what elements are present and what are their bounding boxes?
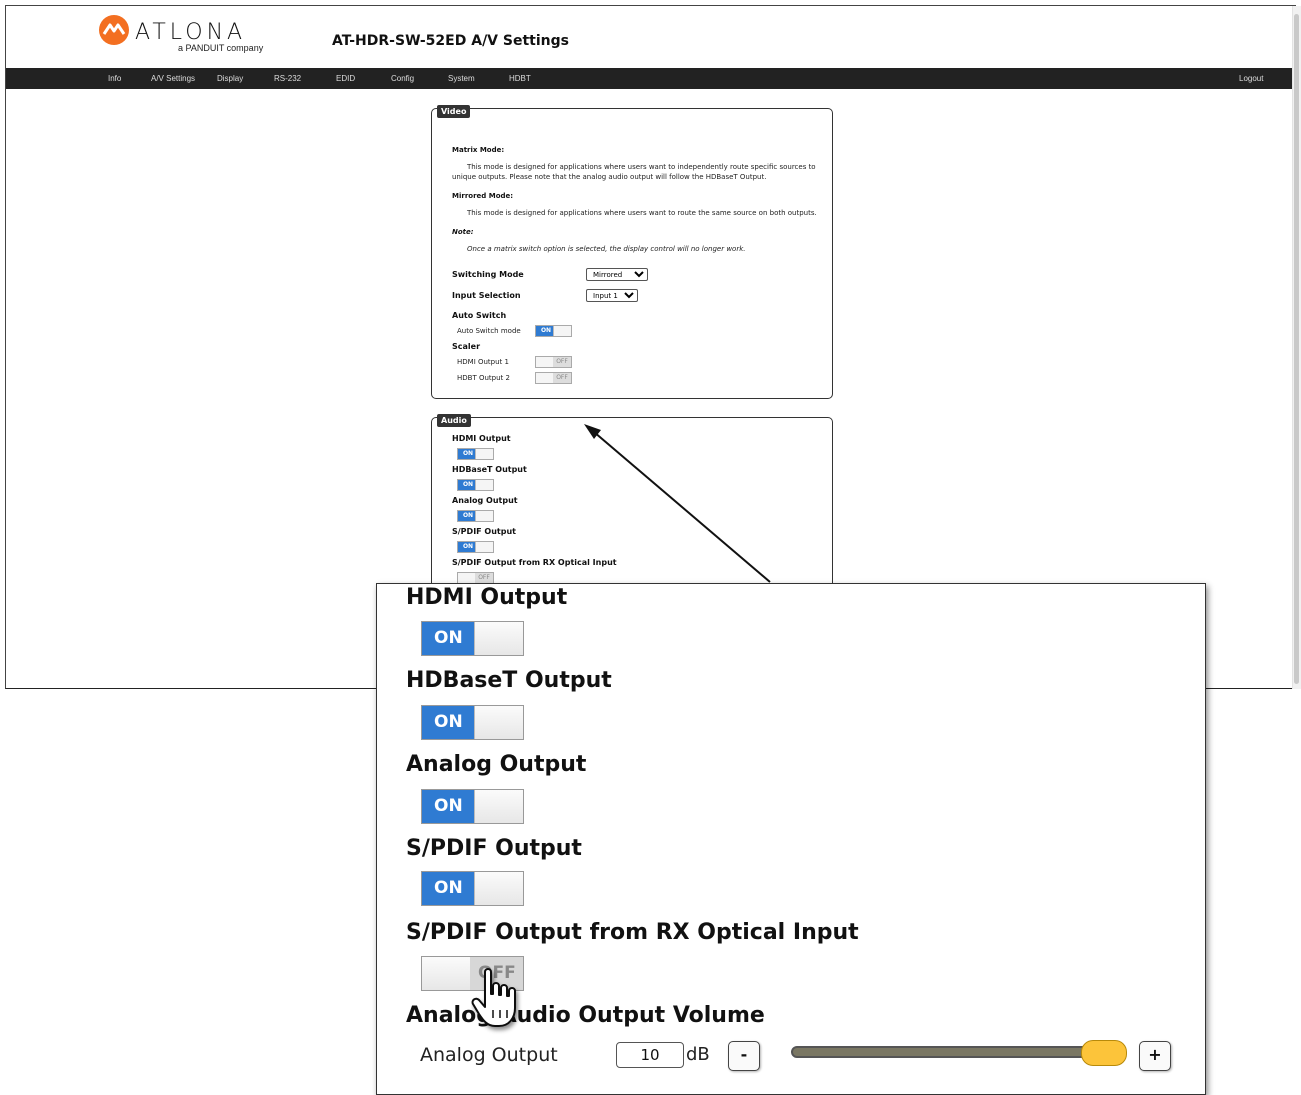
toggle-knob <box>475 449 493 459</box>
hand-cursor-icon <box>471 968 516 1027</box>
auto-switch-mode-label: Auto Switch mode <box>457 327 521 335</box>
volume-increase-button[interactable]: + <box>1139 1041 1171 1071</box>
matrix-mode-text-2: unique outputs. Please note that the ana… <box>452 173 767 181</box>
hdbt-output-2-scaler-toggle[interactable]: OFF <box>535 372 572 384</box>
vertical-scrollbar[interactable] <box>1292 6 1301 689</box>
input-selection-select[interactable]: Input 1 <box>586 289 638 302</box>
scaler-label: Scaler <box>452 342 481 351</box>
audio-hdbaset-output-toggle[interactable]: ON <box>457 479 494 491</box>
zoom-volume-title: Analog Audio Output Volume <box>406 1003 765 1028</box>
top-navbar: Info A/V Settings Display RS-232 EDID Co… <box>6 68 1295 89</box>
switching-mode-select[interactable]: Mirrored <box>586 268 648 281</box>
zoom-volume-input[interactable]: 10 <box>616 1042 684 1068</box>
toggle-on-label: ON <box>422 622 476 655</box>
toggle-knob <box>474 790 523 823</box>
nav-hdbt[interactable]: HDBT <box>509 74 531 83</box>
nav-logout[interactable]: Logout <box>1239 74 1263 83</box>
zoom-volume-label: Analog Output <box>420 1044 558 1066</box>
zoom-spdif-output-label: S/PDIF Output <box>406 836 582 861</box>
audio-hdmi-output-toggle[interactable]: ON <box>457 448 494 460</box>
zoom-hdbaset-output-toggle[interactable]: ON <box>421 705 524 740</box>
toggle-on-label: ON <box>422 790 476 823</box>
zoom-callout: HDMI Output ON HDBaseT Output ON Analog … <box>376 583 1206 1095</box>
audio-spdif-rx-label: S/PDIF Output from RX Optical Input <box>452 558 617 567</box>
toggle-knob <box>474 622 523 655</box>
hdmi-output-1-scaler-toggle[interactable]: OFF <box>535 356 572 368</box>
toggle-on-label: ON <box>422 872 476 905</box>
brand-name: ATLONA <box>135 20 247 45</box>
audio-legend: Audio <box>437 414 471 427</box>
note-text: Once a matrix switch option is selected,… <box>467 245 746 253</box>
brand-sub: a PANDUIT company <box>178 43 264 53</box>
zoom-hdmi-output-toggle[interactable]: ON <box>421 621 524 656</box>
atlona-mark-icon <box>99 15 129 45</box>
toggle-knob <box>553 326 571 336</box>
toggle-knob <box>475 511 493 521</box>
nav-av-settings[interactable]: A/V Settings <box>151 74 195 83</box>
toggle-knob <box>474 706 523 739</box>
toggle-knob <box>475 542 493 552</box>
matrix-mode-title: Matrix Mode: <box>452 146 505 154</box>
hdbt-output-2-label: HDBT Output 2 <box>457 374 510 382</box>
zoom-analog-output-label: Analog Output <box>406 752 587 777</box>
zoom-analog-output-toggle[interactable]: ON <box>421 789 524 824</box>
audio-spdif-output-label: S/PDIF Output <box>452 527 516 536</box>
toggle-off-label: OFF <box>475 573 493 583</box>
nav-edid[interactable]: EDID <box>336 74 355 83</box>
note-title: Note: <box>452 228 474 236</box>
volume-slider-track[interactable] <box>791 1046 1125 1058</box>
toggle-knob <box>474 872 523 905</box>
page-title: AT-HDR-SW-52ED A/V Settings <box>332 33 569 49</box>
volume-slider-thumb[interactable] <box>1081 1040 1127 1066</box>
zoom-spdif-rx-label: S/PDIF Output from RX Optical Input <box>406 920 859 945</box>
auto-switch-toggle[interactable]: ON <box>535 325 572 337</box>
nav-rs232[interactable]: RS-232 <box>274 74 301 83</box>
matrix-mode-text-1: This mode is designed for applications w… <box>467 163 816 171</box>
nav-config[interactable]: Config <box>391 74 414 83</box>
audio-spdif-output-toggle[interactable]: ON <box>457 541 494 553</box>
audio-hdmi-output-label: HDMI Output <box>452 434 511 443</box>
mirrored-mode-text: This mode is designed for applications w… <box>467 209 817 217</box>
audio-hdbaset-output-label: HDBaseT Output <box>452 465 527 474</box>
toggle-on-label: ON <box>422 706 476 739</box>
atlona-logo: ATLONA a PANDUIT company <box>98 14 268 54</box>
zoom-hdbaset-output-label: HDBaseT Output <box>406 668 612 693</box>
zoom-spdif-output-toggle[interactable]: ON <box>421 871 524 906</box>
toggle-off-label: OFF <box>553 373 571 383</box>
video-legend: Video <box>437 105 471 118</box>
toggle-knob <box>475 480 493 490</box>
video-panel: Video Matrix Mode: This mode is designed… <box>431 105 833 399</box>
hdmi-output-1-label: HDMI Output 1 <box>457 358 509 366</box>
toggle-knob <box>422 957 471 990</box>
input-selection-label: Input Selection <box>452 291 521 300</box>
mirrored-mode-title: Mirrored Mode: <box>452 192 514 200</box>
audio-analog-output-toggle[interactable]: ON <box>457 510 494 522</box>
nav-display[interactable]: Display <box>217 74 243 83</box>
audio-analog-output-label: Analog Output <box>452 496 518 505</box>
volume-decrease-button[interactable]: - <box>728 1041 760 1071</box>
auto-switch-label: Auto Switch <box>452 311 507 320</box>
zoom-volume-unit: dB <box>686 1044 710 1065</box>
toggle-off-label: OFF <box>553 357 571 367</box>
nav-system[interactable]: System <box>448 74 475 83</box>
scrollbar-thumb[interactable] <box>1294 14 1299 684</box>
switching-mode-label: Switching Mode <box>452 270 524 279</box>
zoom-hdmi-output-label: HDMI Output <box>406 585 568 610</box>
nav-info[interactable]: Info <box>108 74 121 83</box>
